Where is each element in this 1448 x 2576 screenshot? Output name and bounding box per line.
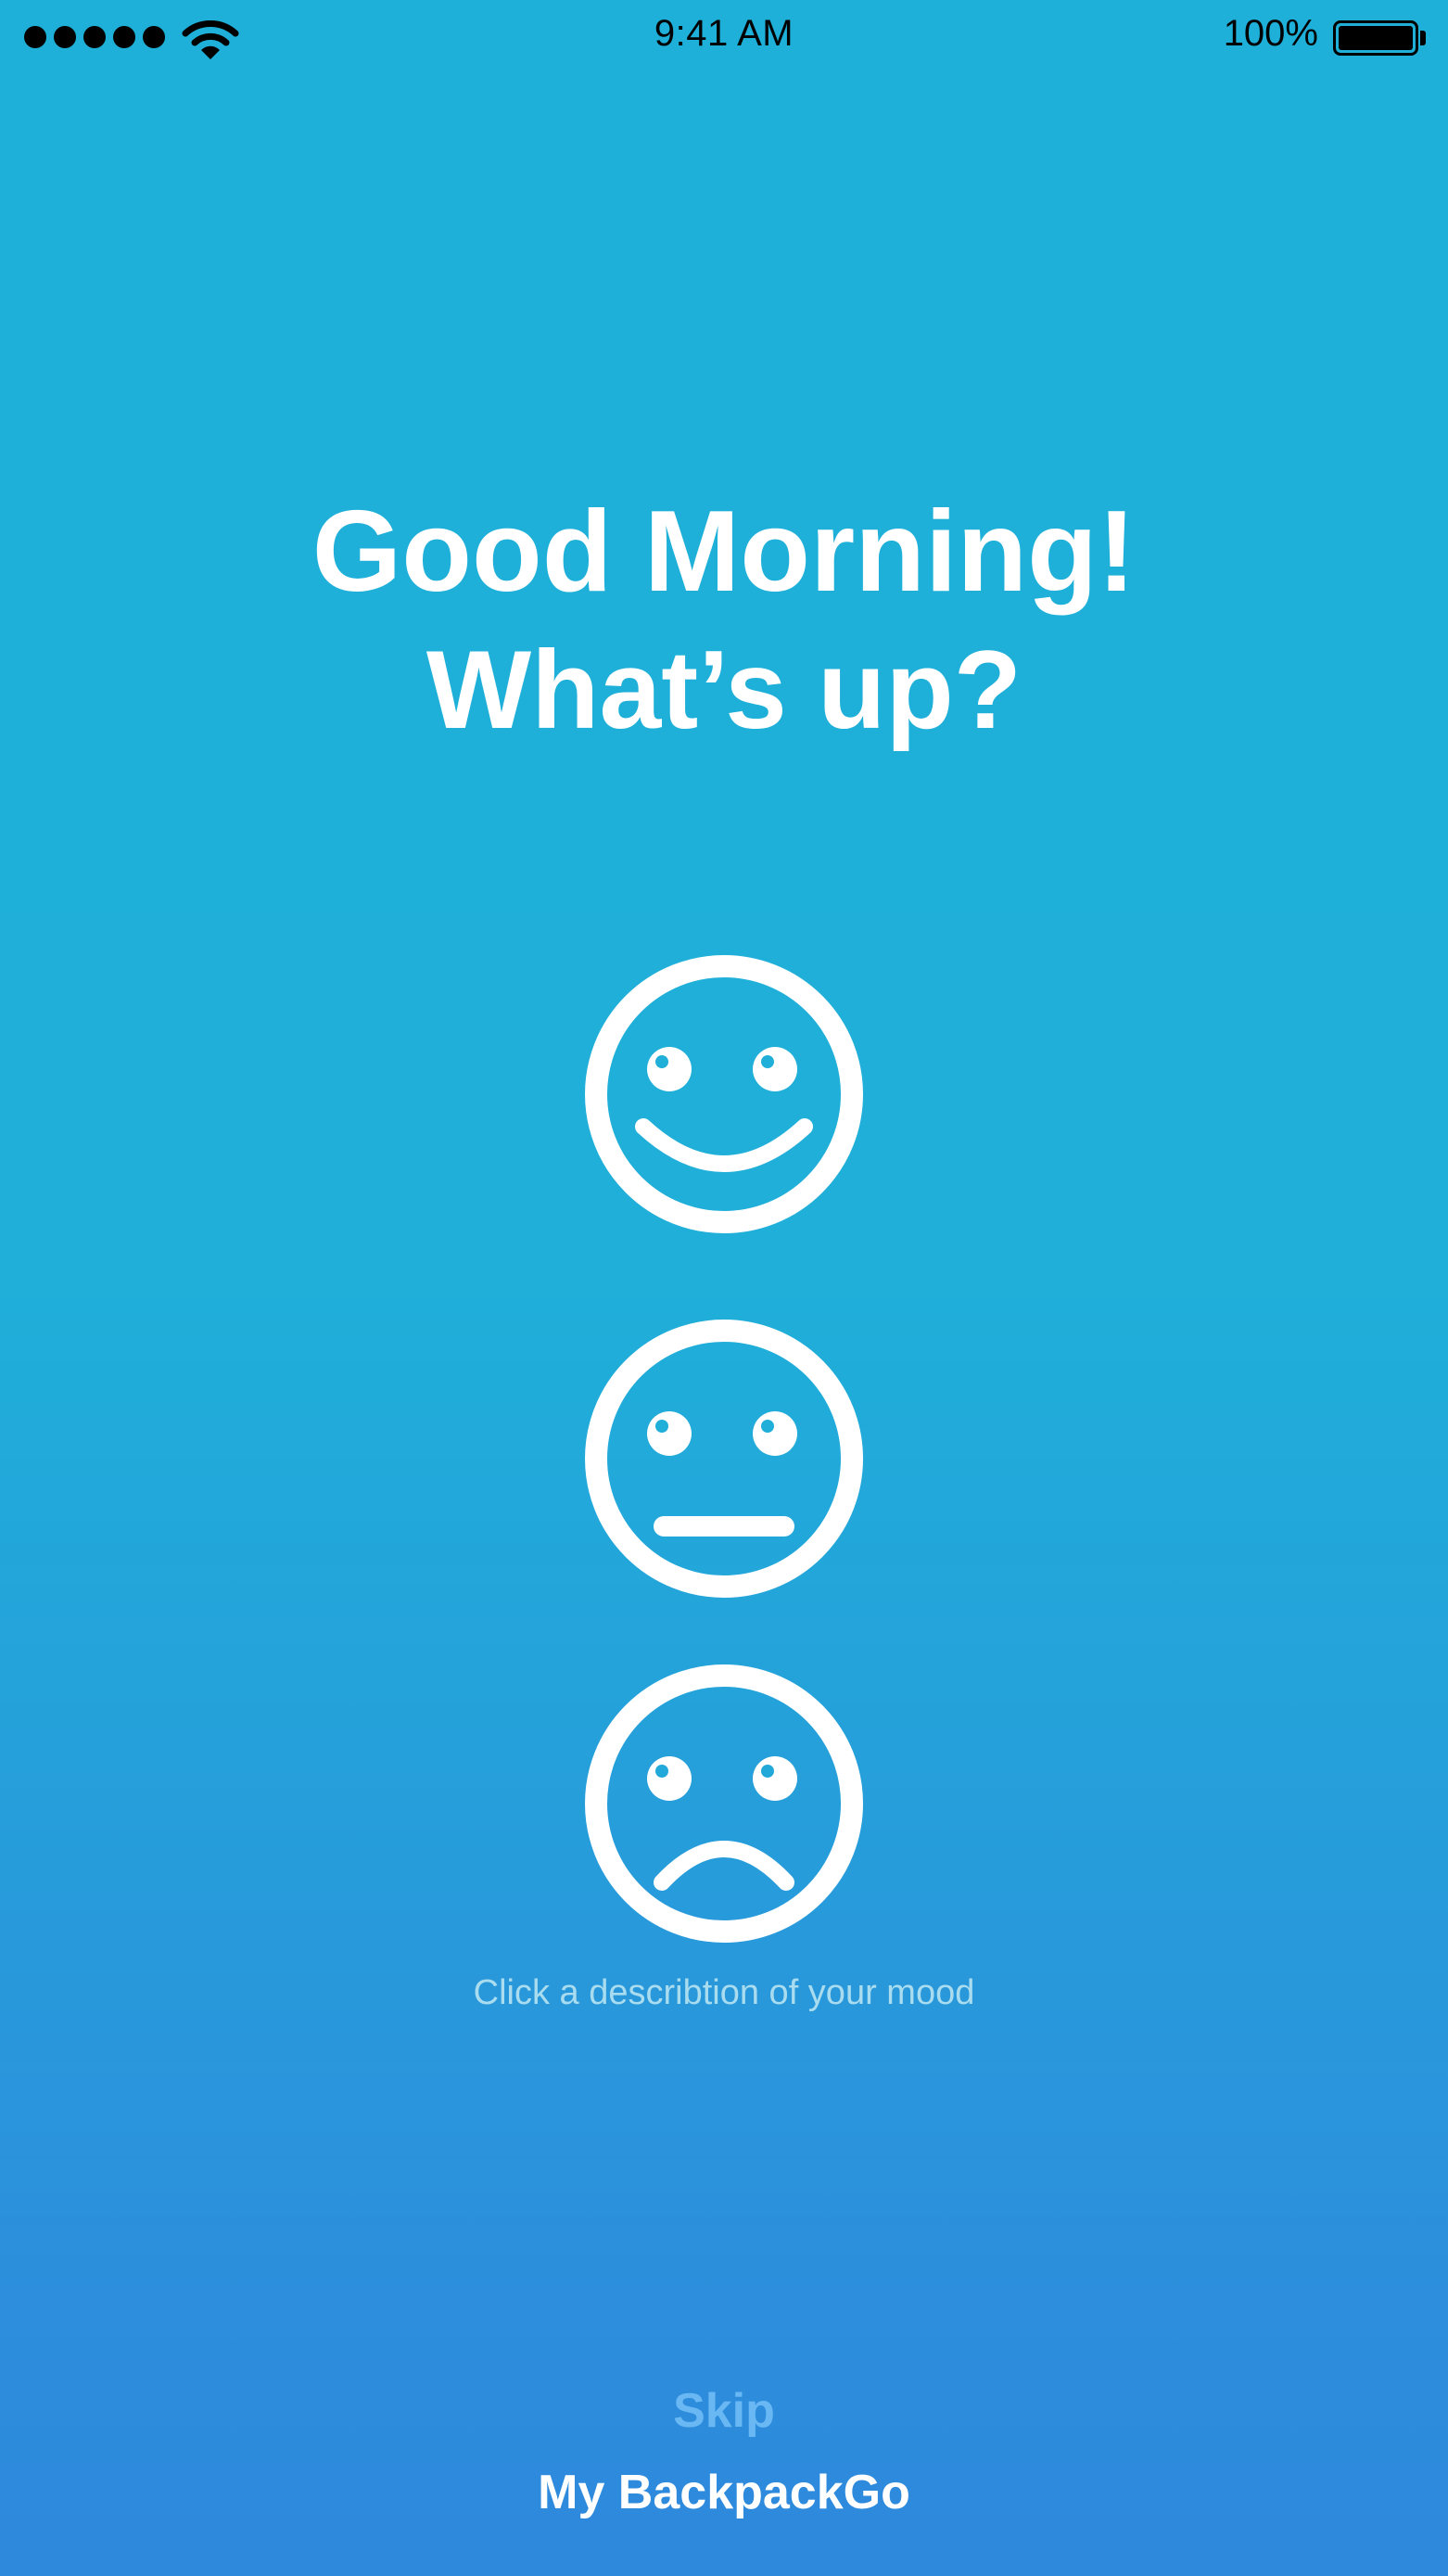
- neutral-mood-button[interactable]: [580, 1315, 868, 1602]
- happy-mood-button[interactable]: [580, 950, 868, 1238]
- battery-icon: [1333, 20, 1418, 56]
- status-bar: 9:41 AM 100%: [0, 0, 1448, 78]
- greeting-title: Good Morning!: [311, 488, 1137, 616]
- skip-button[interactable]: Skip: [0, 2383, 1448, 2439]
- mood-screen: 9:41 AM 100% Good Morning! What’s up? Cl…: [0, 0, 1448, 2576]
- happy-face-icon: [585, 955, 863, 1233]
- sad-mood-button[interactable]: [580, 1660, 868, 1947]
- mood-hint-text: Click a describtion of your mood: [473, 1973, 975, 2012]
- neutral-face-icon: [585, 1320, 863, 1598]
- sad-face-icon: [585, 1664, 863, 1943]
- battery-percent: 100%: [1223, 13, 1318, 54]
- app-brand-name: My BackpackGo: [538, 2466, 910, 2519]
- battery-tip: [1420, 31, 1426, 45]
- greeting-question: What’s up?: [426, 628, 1022, 752]
